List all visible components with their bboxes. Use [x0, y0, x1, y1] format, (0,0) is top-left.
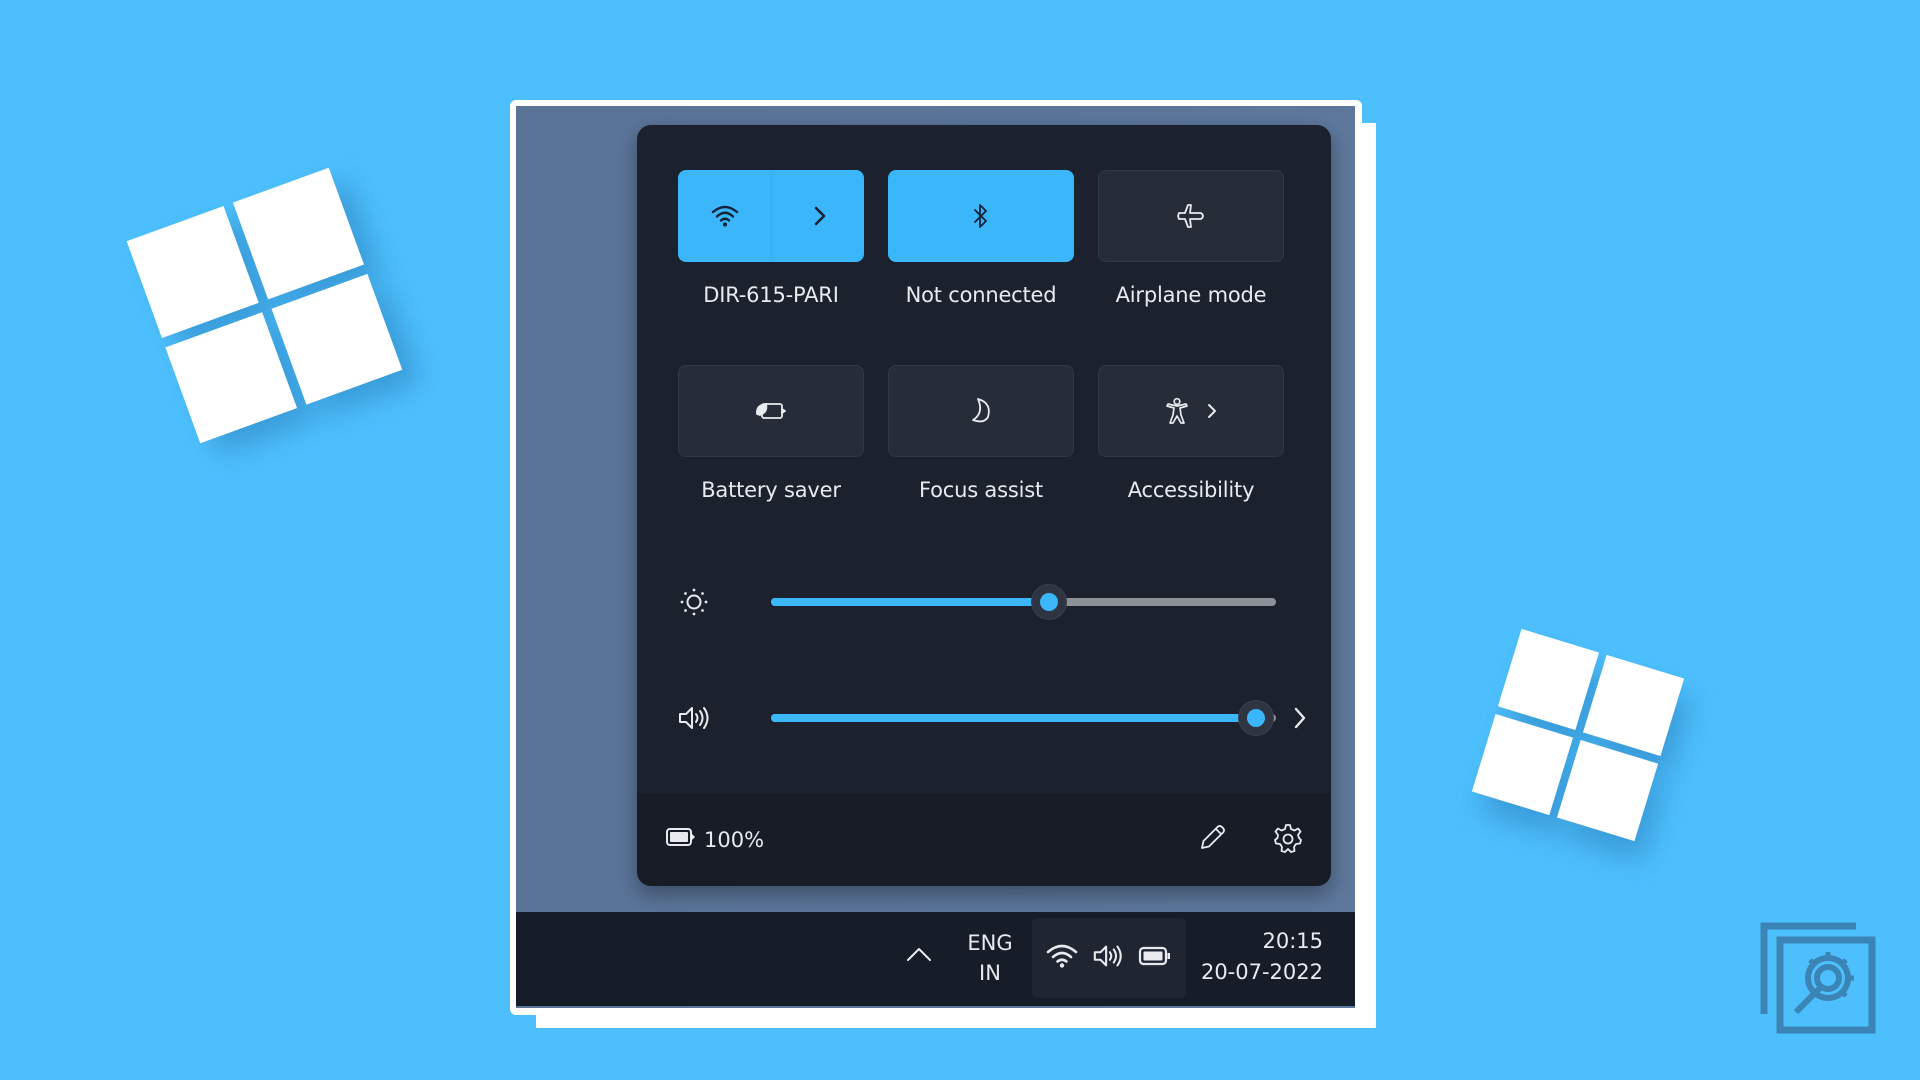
logo-pane	[1471, 713, 1574, 816]
logo-pane	[1497, 628, 1600, 731]
tile-battery-saver-wrap: Battery saver	[678, 365, 864, 506]
bluetooth-icon	[972, 202, 990, 230]
battery-percentage: 100%	[704, 827, 765, 852]
tile-wifi-wrap: DIR-615-PARI	[678, 170, 864, 311]
tile-divider	[771, 171, 772, 261]
logo-pane	[270, 273, 403, 405]
airplane-mode-toggle-button[interactable]	[1098, 170, 1284, 262]
chevron-up-icon[interactable]	[906, 946, 932, 966]
quick-settings-footer: 100%	[637, 793, 1331, 886]
tile-accessibility-wrap: Accessibility	[1098, 365, 1284, 506]
brightness-slider-thumb[interactable]	[1031, 585, 1066, 619]
quick-settings-tiles: DIR-615-PARI Not connected Airplane mode…	[678, 170, 1284, 506]
settings-search-watermark-icon	[1758, 916, 1878, 1036]
chevron-right-icon[interactable]	[1207, 403, 1217, 419]
logo-pane	[1556, 739, 1659, 842]
wifi-toggle-button[interactable]	[678, 170, 864, 262]
chevron-right-icon[interactable]	[1293, 706, 1307, 734]
accessibility-icon	[1165, 397, 1189, 425]
tile-label: Airplane mode	[1115, 283, 1267, 307]
sun-icon	[675, 587, 713, 617]
tile-label: Not connected	[905, 283, 1057, 307]
wifi-icon	[711, 204, 739, 228]
wifi-icon	[1046, 943, 1078, 973]
volume-slider-thumb[interactable]	[1238, 701, 1273, 735]
volume-slider-fill	[771, 714, 1256, 722]
airplane-icon	[1175, 201, 1207, 231]
clock-time: 20:15	[1262, 929, 1323, 953]
tile-focus-assist-wrap: Focus assist	[888, 365, 1074, 506]
tile-label: DIR-615-PARI	[703, 283, 839, 307]
logo-pane	[232, 167, 364, 300]
tile-label: Accessibility	[1127, 478, 1255, 502]
system-tray-quick-settings-button[interactable]	[1032, 918, 1186, 998]
tile-label: Battery saver	[701, 478, 841, 502]
speaker-icon	[1092, 942, 1124, 974]
battery-icon	[1138, 945, 1172, 971]
language-indicator[interactable]: ENG IN	[962, 928, 1018, 988]
logo-pane	[165, 311, 297, 444]
pencil-icon[interactable]	[1197, 823, 1227, 857]
logo-pane	[1582, 654, 1685, 757]
logo-pane	[126, 206, 259, 338]
brightness-slider[interactable]	[771, 585, 1276, 619]
battery-saver-toggle-button[interactable]	[678, 365, 864, 457]
focus-assist-toggle-button[interactable]	[888, 365, 1074, 457]
tile-airplane-wrap: Airplane mode	[1098, 170, 1284, 311]
volume-slider[interactable]	[771, 701, 1276, 735]
gear-icon[interactable]	[1273, 823, 1303, 857]
bluetooth-toggle-button[interactable]	[888, 170, 1074, 262]
windows-logo-decoration	[1471, 628, 1685, 842]
taskbar: ENG IN 20:15 20-07-2022	[516, 912, 1355, 1006]
battery-saver-icon	[754, 400, 788, 422]
battery-status[interactable]: 100%	[665, 826, 764, 853]
tile-bluetooth-wrap: Not connected	[888, 170, 1074, 311]
speaker-icon	[675, 704, 713, 732]
windows-desktop: DIR-615-PARI Not connected Airplane mode…	[516, 106, 1355, 1008]
battery-icon	[665, 826, 697, 853]
language-code: ENG	[967, 931, 1013, 955]
moon-icon	[968, 397, 994, 425]
tile-label: Focus assist	[918, 478, 1043, 502]
accessibility-button[interactable]	[1098, 365, 1284, 457]
windows-logo-decoration	[126, 167, 403, 444]
quick-settings-panel: DIR-615-PARI Not connected Airplane mode…	[637, 125, 1331, 886]
volume-row	[675, 698, 1315, 738]
taskbar-clock[interactable]: 20:15 20-07-2022	[1201, 926, 1323, 988]
brightness-slider-fill	[771, 598, 1049, 606]
brightness-row	[675, 582, 1315, 622]
chevron-right-icon[interactable]	[813, 205, 827, 227]
clock-date: 20-07-2022	[1200, 960, 1323, 984]
language-region: IN	[979, 961, 1001, 985]
